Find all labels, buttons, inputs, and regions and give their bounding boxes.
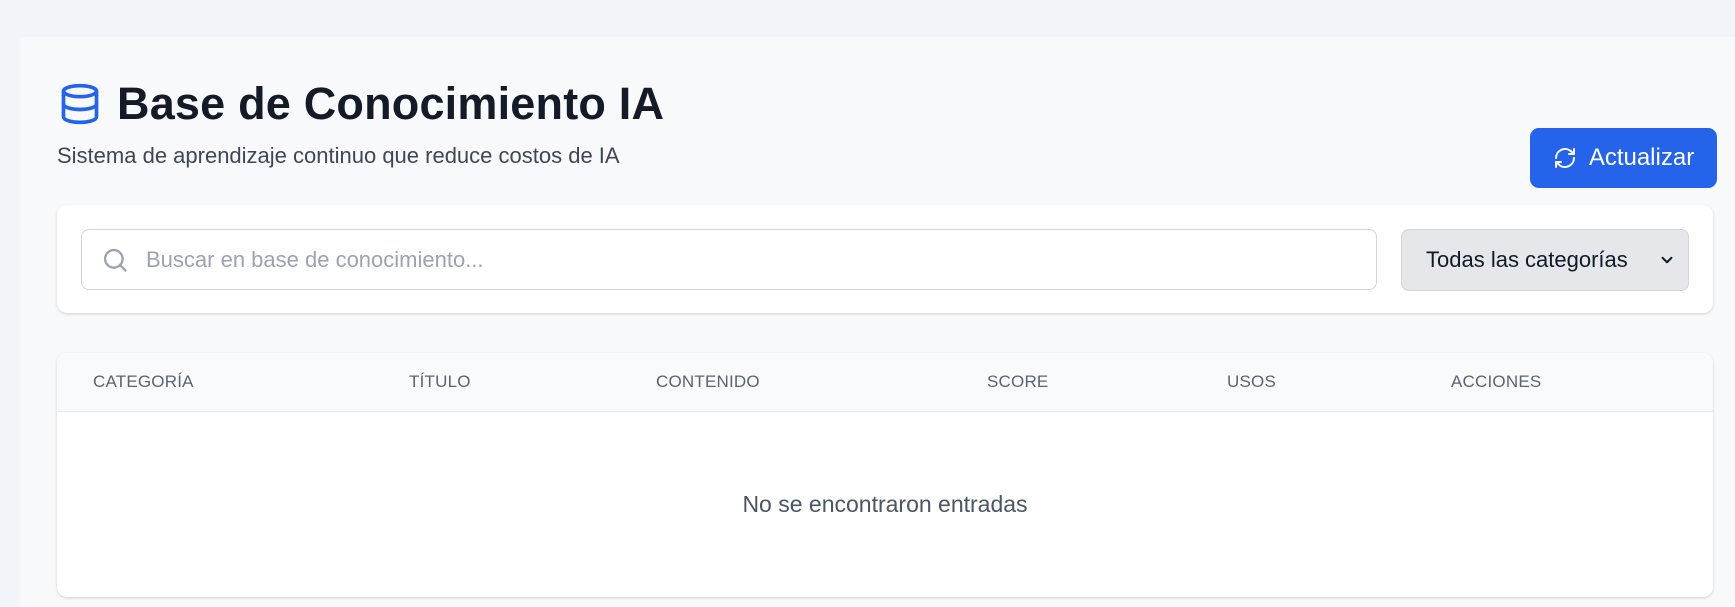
search-box[interactable] <box>81 229 1377 290</box>
refresh-button-label: Actualizar <box>1588 144 1695 171</box>
refresh-icon <box>1553 146 1577 170</box>
knowledge-table: CATEGORÍA TÍTULO CONTENIDO SCORE USOS AC… <box>57 353 1713 597</box>
column-header-uses[interactable]: USOS <box>1227 353 1276 411</box>
page-header: Base de Conocimiento IA Sistema de apren… <box>57 75 1717 188</box>
database-icon <box>57 81 103 127</box>
category-select[interactable]: Todas las categorías <box>1401 229 1689 291</box>
category-select-value: Todas las categorías <box>1426 247 1628 272</box>
empty-state-message: No se encontraron entradas <box>742 490 1028 517</box>
main-content: Base de Conocimiento IA Sistema de apren… <box>20 37 1735 607</box>
page-subtitle: Sistema de aprendizaje continuo que redu… <box>57 143 620 168</box>
page-title: Base de Conocimiento IA <box>117 78 665 129</box>
column-header-score[interactable]: SCORE <box>987 353 1048 411</box>
column-header-content[interactable]: CONTENIDO <box>656 353 760 411</box>
title-row: Base de Conocimiento IA <box>57 75 1717 133</box>
chevron-down-icon <box>1658 251 1676 269</box>
search-input[interactable] <box>144 229 1376 290</box>
column-header-actions: ACCIONES <box>1451 372 1542 391</box>
table-header-row: CATEGORÍA TÍTULO CONTENIDO SCORE USOS AC… <box>57 353 1713 412</box>
column-header-category[interactable]: CATEGORÍA <box>93 353 194 411</box>
refresh-button[interactable]: Actualizar <box>1530 128 1717 188</box>
filter-card: Todas las categorías <box>57 205 1713 313</box>
search-icon <box>100 245 130 275</box>
column-header-title[interactable]: TÍTULO <box>409 353 471 411</box>
